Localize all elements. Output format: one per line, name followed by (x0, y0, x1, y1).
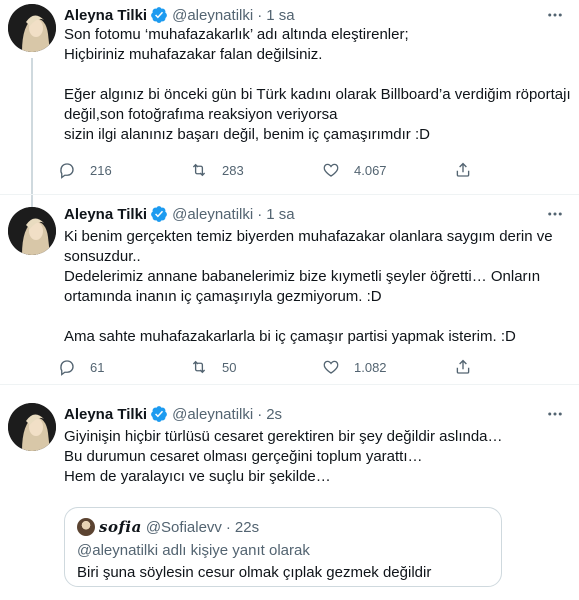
timestamp[interactable]: 1 sa (266, 7, 294, 24)
like-count: 1.082 (354, 359, 387, 375)
reply-icon (58, 161, 76, 179)
reply-icon (58, 358, 76, 376)
share-icon (454, 358, 472, 376)
quoted-avatar (77, 518, 95, 536)
more-options-icon[interactable] (545, 5, 565, 25)
tweet-header: Aleyna Tilki @aleynatilki · 1 sa (64, 204, 295, 224)
tweet-text: Son fotomu ‘muhafazakarlık’ adı altında … (64, 25, 571, 145)
like-icon (322, 358, 340, 376)
quoted-tweet-text: Biri şuna söylesin cesur olmak çıplak ge… (77, 564, 432, 581)
verified-badge-icon (150, 205, 168, 223)
quoted-timestamp: 22s (234, 518, 260, 536)
like-button[interactable]: 1.082 (322, 358, 454, 376)
tweet-header: Aleyna Tilki @aleynatilki · 2s (64, 404, 282, 424)
author-handle[interactable]: @aleynatilki (172, 406, 253, 423)
tweet-text-line: Ama sahte muhafazakarlarla bi iç çamaşır… (64, 328, 516, 345)
retweet-button[interactable]: 283 (190, 161, 322, 179)
quoted-author-name: 𝒔𝒐𝒇𝒊𝒂 (99, 518, 142, 536)
tweet-text-line (64, 307, 567, 327)
verified-badge-icon (150, 6, 168, 24)
like-icon (322, 161, 340, 179)
reply-count: 61 (90, 359, 105, 375)
reply-context: @aleynatilki adlı kişiye yanıt olarak (77, 542, 310, 559)
more-options-icon[interactable] (545, 204, 565, 224)
retweet-count: 283 (222, 162, 244, 178)
separator-dot: · (257, 405, 263, 423)
tweet-text-line: Giyinişin hiçbir türlüsü cesaret gerekti… (64, 428, 503, 445)
quoted-author-handle: @Sofialevv (145, 518, 222, 536)
tweet-2[interactable]: Aleyna Tilki @aleynatilki · 1 sa Ki beni… (0, 194, 579, 384)
author-name[interactable]: Aleyna Tilki (64, 7, 147, 24)
share-icon (454, 161, 472, 179)
tweet-text-line: sizin ilgi alanınız başarı değil, benim … (64, 126, 430, 143)
avatar[interactable] (8, 207, 56, 255)
reply-button[interactable]: 216 (58, 161, 190, 179)
reply-count: 216 (90, 162, 112, 178)
retweet-count: 50 (222, 359, 237, 375)
thread-connector (31, 195, 33, 207)
tweet-text-line (64, 65, 567, 85)
retweet-icon (190, 161, 208, 179)
author-name[interactable]: Aleyna Tilki (64, 206, 147, 223)
separator-dot: · (257, 205, 263, 223)
author-handle[interactable]: @aleynatilki (172, 206, 253, 223)
tweet-text: Ki benim gerçekten temiz biyerden muhafa… (64, 227, 567, 347)
tweet-text-line: değil,son fotoğrafıma reaksiyon veriyors… (64, 106, 338, 123)
tweet-text-line: Ki benim gerçekten temiz biyerden muhafa… (64, 228, 553, 245)
tweet-actions: 61 50 1.082 (58, 357, 486, 377)
tweet-1[interactable]: Aleyna Tilki @aleynatilki · 1 sa Son fot… (0, 0, 579, 194)
tweet-text-line: sonsuzdur.. (64, 248, 141, 265)
avatar[interactable] (8, 4, 56, 52)
tweet-text-line: Bu durumun cesaret olması gerçeğini topl… (64, 448, 423, 465)
tweet-text-line: Eğer algınız bi önceki gün bi Türk kadın… (64, 86, 571, 103)
tweet-text-line: ortamında inanın iç çamaşırıyla gezmiyor… (64, 288, 382, 305)
quoted-tweet[interactable]: 𝒔𝒐𝒇𝒊𝒂 @Sofialevv · 22s @aleynatilki adlı… (64, 507, 502, 587)
tweet-header: Aleyna Tilki @aleynatilki · 1 sa (64, 5, 295, 25)
tweet-actions: 216 283 4.067 (58, 160, 486, 180)
tweet-text-line: Hiçbiriniz muhafazakar falan değilsiniz. (64, 46, 323, 63)
author-handle[interactable]: @aleynatilki (172, 7, 253, 24)
share-button[interactable] (454, 358, 486, 376)
thread-connector (31, 58, 33, 194)
author-name[interactable]: Aleyna Tilki (64, 406, 147, 423)
timestamp[interactable]: 1 sa (266, 206, 294, 223)
avatar[interactable] (8, 403, 56, 451)
retweet-icon (190, 358, 208, 376)
separator-dot: · (225, 518, 231, 536)
reply-button[interactable]: 61 (58, 358, 190, 376)
tweet-text-line: Son fotomu ‘muhafazakarlık’ adı altında … (64, 26, 409, 43)
tweet-3[interactable]: Aleyna Tilki @aleynatilki · 2s Giyinişin… (0, 384, 579, 600)
like-count: 4.067 (354, 162, 387, 178)
timestamp[interactable]: 2s (266, 406, 282, 423)
share-button[interactable] (454, 161, 486, 179)
tweet-text-line: Hem de yaralayıcı ve suçlu bir şekilde… (64, 468, 331, 485)
retweet-button[interactable]: 50 (190, 358, 322, 376)
verified-badge-icon (150, 405, 168, 423)
quoted-tweet-header: 𝒔𝒐𝒇𝒊𝒂 @Sofialevv · 22s (77, 518, 259, 536)
more-options-icon[interactable] (545, 404, 565, 424)
tweet-text-line: Dedelerimiz annane babanelerimiz bize kı… (64, 268, 541, 285)
tweet-text: Giyinişin hiçbir türlüsü cesaret gerekti… (64, 427, 567, 487)
like-button[interactable]: 4.067 (322, 161, 454, 179)
separator-dot: · (257, 6, 263, 24)
